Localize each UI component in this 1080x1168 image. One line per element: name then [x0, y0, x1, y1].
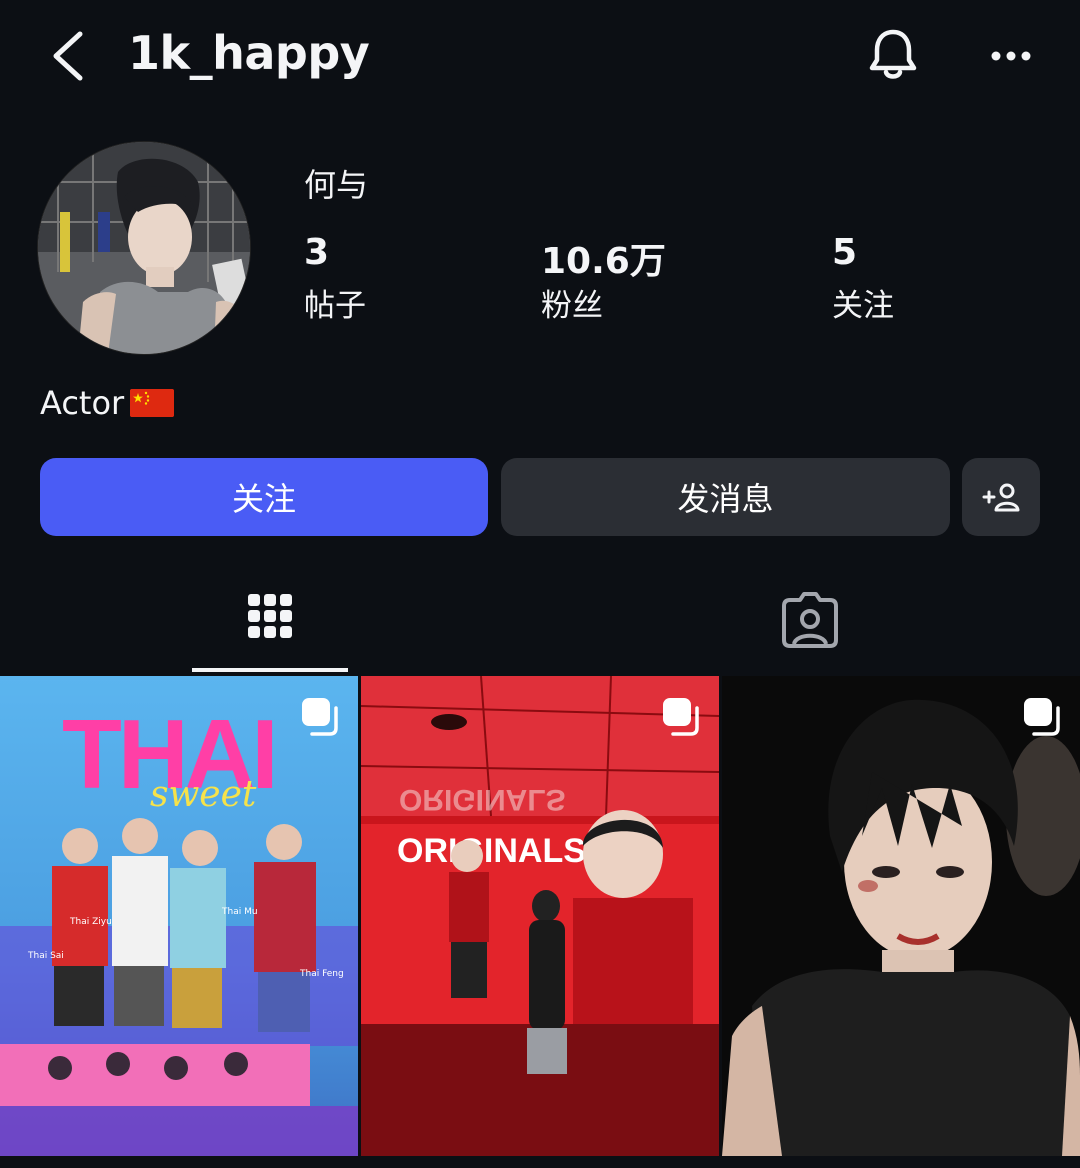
username-title: 1k_happy: [128, 26, 370, 80]
add-person-icon: [982, 483, 1020, 512]
post-1-caption: Thai Mu: [221, 907, 258, 917]
posts-label[interactable]: 帖子: [304, 280, 366, 325]
more-icon[interactable]: [988, 36, 1034, 76]
multi-post-icon: [663, 698, 699, 736]
post-1-script: sweet: [150, 774, 257, 815]
following-label[interactable]: 关注: [832, 280, 894, 325]
posts-count[interactable]: 3: [304, 232, 329, 273]
tab-tagged[interactable]: [730, 584, 890, 670]
message-button[interactable]: 发消息: [501, 458, 950, 536]
china-flag-icon: [130, 389, 175, 417]
grid-icon: [248, 594, 292, 638]
suggest-users-button[interactable]: [962, 458, 1040, 536]
followers-count[interactable]: 10.6万: [541, 232, 666, 284]
bio: Actor: [40, 384, 175, 422]
bell-icon[interactable]: [866, 26, 920, 84]
post-thumbnail[interactable]: [722, 676, 1080, 1156]
active-tab-indicator: [192, 668, 348, 672]
display-name: 何与: [304, 166, 369, 204]
post-1-caption: Thai Feng: [299, 969, 344, 979]
multi-post-icon: [1024, 698, 1060, 736]
follow-button[interactable]: 关注: [40, 458, 488, 536]
following-count[interactable]: 5: [832, 232, 857, 273]
post-2-mirror-sign: ORIGINALS: [399, 783, 566, 816]
profile-avatar[interactable]: [38, 142, 250, 354]
back-icon[interactable]: [48, 28, 92, 84]
multi-post-icon: [302, 698, 338, 736]
post-2-sign: ORIGINALS: [397, 832, 586, 870]
tab-posts-grid[interactable]: [192, 584, 348, 674]
post-1-caption: Thai Ziyu: [69, 917, 112, 927]
post-thumbnail[interactable]: ORIGINALS ORIGINALS: [361, 676, 719, 1156]
post-1-caption: Thai Sai: [27, 951, 64, 961]
post-thumbnail[interactable]: THAI sweet Thai Ziyu Thai Sai Thai Mu Th…: [0, 676, 358, 1156]
bio-text: Actor: [40, 384, 125, 422]
followers-label[interactable]: 粉丝: [541, 280, 603, 325]
tagged-icon: [782, 592, 838, 648]
